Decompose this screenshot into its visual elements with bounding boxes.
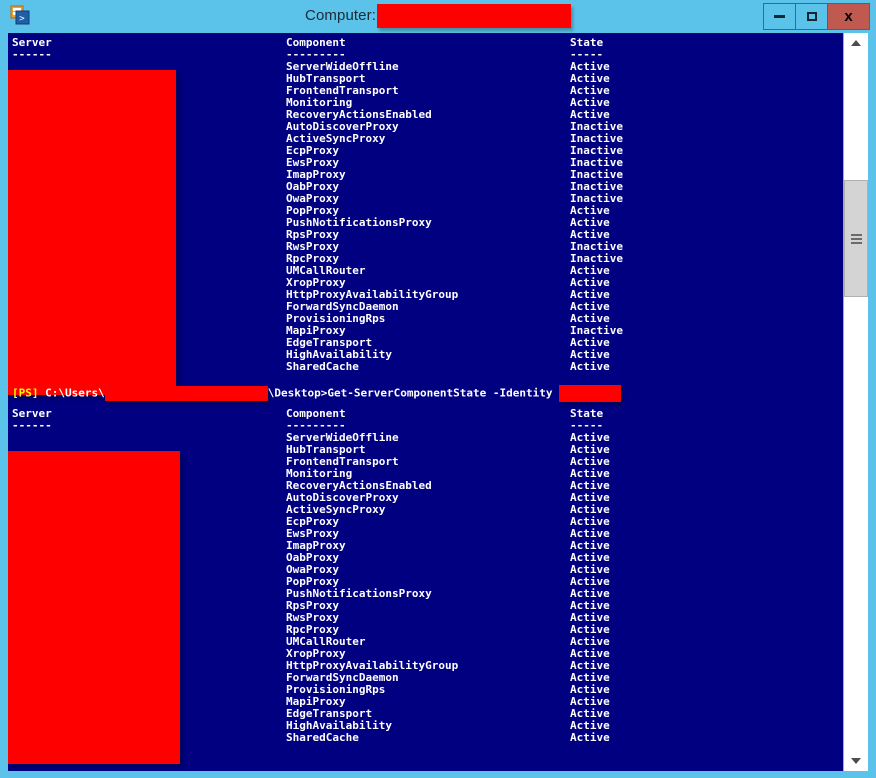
table-header-underline-row: ------ --------- ----- bbox=[8, 49, 844, 61]
table-row: RecoveryActionsEnabled Active bbox=[8, 109, 844, 121]
cell-component: SharedCache bbox=[286, 360, 359, 373]
window-controls: x bbox=[763, 3, 870, 30]
table-row: EdgeTransport Active bbox=[8, 337, 844, 349]
table-row: HubTransport Active bbox=[8, 73, 844, 85]
table-header-underline-row: ------ --------- ----- bbox=[8, 420, 844, 432]
table-row: EwsProxy Active bbox=[8, 528, 844, 540]
table-row: EcpProxy Active bbox=[8, 516, 844, 528]
table-row: RwsProxy Active bbox=[8, 612, 844, 624]
table-row: RpsProxy Active bbox=[8, 229, 844, 241]
maximize-icon bbox=[806, 12, 817, 21]
component-state-table-1: ServerWideOffline Active HubTransport Activ… bbox=[8, 61, 844, 373]
underline-server: ------ bbox=[12, 419, 52, 432]
table-row: RecoveryActionsEnabled Active bbox=[8, 480, 844, 492]
window-title-label: Computer: bbox=[305, 7, 376, 24]
table-row: ForwardSyncDaemon Active bbox=[8, 301, 844, 313]
redacted-username bbox=[104, 386, 268, 401]
table-row: UMCallRouter Active bbox=[8, 265, 844, 277]
cell-state: Active bbox=[570, 731, 610, 744]
maximize-button[interactable] bbox=[795, 3, 828, 30]
table-row: SharedCache Active bbox=[8, 361, 844, 373]
minimize-icon bbox=[774, 15, 785, 18]
minimize-button[interactable] bbox=[763, 3, 796, 30]
table-row: MapiProxy Inactive bbox=[8, 325, 844, 337]
table-row: RwsProxy Inactive bbox=[8, 241, 844, 253]
scrollbar-grip-icon bbox=[850, 232, 862, 246]
console-output[interactable]: Server Component State ------ --------- … bbox=[8, 33, 844, 771]
table-row: ProvisioningRps Active bbox=[8, 684, 844, 696]
table-row: OabProxy Active bbox=[8, 552, 844, 564]
table-row: ImapProxy Inactive bbox=[8, 169, 844, 181]
table-row: SharedCache Active bbox=[8, 732, 844, 744]
table-row: ForwardSyncDaemon Active bbox=[8, 672, 844, 684]
prompt-command: Get-ServerComponentState -Identity bbox=[327, 386, 560, 400]
console-text-area: Server Component State ------ --------- … bbox=[8, 33, 844, 764]
cell-component: SharedCache bbox=[286, 731, 359, 744]
table-row: ServerWideOffline Active bbox=[8, 61, 844, 73]
table-row: HttpProxyAvailabilityGroup Active bbox=[8, 660, 844, 672]
underline-server: ------ bbox=[12, 48, 52, 61]
vertical-scrollbar[interactable] bbox=[843, 33, 868, 771]
table-row: RpcProxy Inactive bbox=[8, 253, 844, 265]
scrollbar-thumb[interactable] bbox=[844, 180, 868, 297]
table-row: OwaProxy Active bbox=[8, 564, 844, 576]
table-row: ServerWideOffline Active bbox=[8, 432, 844, 444]
component-state-table-2: ServerWideOffline Active HubTransport Activ… bbox=[8, 432, 844, 744]
redacted-identity-argument bbox=[559, 385, 622, 402]
table-row: HubTransport Active bbox=[8, 444, 844, 456]
table-row: EwsProxy Inactive bbox=[8, 157, 844, 169]
window-title: Computer: bbox=[0, 0, 876, 31]
table-row: PushNotificationsProxy Active bbox=[8, 217, 844, 229]
scroll-up-button[interactable] bbox=[844, 33, 868, 53]
prompt-path-prefix: C:\Users\ bbox=[38, 386, 105, 400]
table-row: ProvisioningRps Active bbox=[8, 313, 844, 325]
redacted-computer-name bbox=[376, 3, 571, 28]
table-row: MapiProxy Active bbox=[8, 696, 844, 708]
table-row: OwaProxy Inactive bbox=[8, 193, 844, 205]
table-row: UMCallRouter Active bbox=[8, 636, 844, 648]
table-row: RpcProxy Active bbox=[8, 624, 844, 636]
table-row: AutoDiscoverProxy Active bbox=[8, 492, 844, 504]
command-prompt-line[interactable]: [PS] C:\Users\ \Desktop>Get-ServerCompone… bbox=[8, 385, 844, 402]
table-row: AutoDiscoverProxy Inactive bbox=[8, 121, 844, 133]
table-row: EdgeTransport Active bbox=[8, 708, 844, 720]
table-row: FrontendTransport Active bbox=[8, 456, 844, 468]
table-row: ActiveSyncProxy Active bbox=[8, 504, 844, 516]
table-row: HttpProxyAvailabilityGroup Active bbox=[8, 289, 844, 301]
ps-tag: [PS] bbox=[12, 386, 39, 400]
cell-state: Active bbox=[570, 360, 610, 373]
table-header-row: Server Component State bbox=[8, 408, 844, 420]
table-header-row: Server Component State bbox=[8, 37, 844, 49]
table-row: HighAvailability Active bbox=[8, 349, 844, 361]
table-row: ImapProxy Active bbox=[8, 540, 844, 552]
console-window: > Computer: x Server Component State ---… bbox=[0, 0, 876, 778]
chevron-up-icon bbox=[851, 40, 861, 46]
close-icon: x bbox=[844, 8, 853, 25]
close-button[interactable]: x bbox=[827, 3, 870, 30]
title-bar[interactable]: > Computer: x bbox=[0, 0, 876, 31]
scroll-down-button[interactable] bbox=[844, 751, 868, 771]
table-row: ActiveSyncProxy Inactive bbox=[8, 133, 844, 145]
table-row: EcpProxy Inactive bbox=[8, 145, 844, 157]
table-row: RpsProxy Active bbox=[8, 600, 844, 612]
table-row: HighAvailability Active bbox=[8, 720, 844, 732]
prompt-path-suffix: \Desktop> bbox=[267, 386, 328, 400]
chevron-down-icon bbox=[851, 758, 861, 764]
table-row: OabProxy Inactive bbox=[8, 181, 844, 193]
table-row: PushNotificationsProxy Active bbox=[8, 588, 844, 600]
table-row: FrontendTransport Active bbox=[8, 85, 844, 97]
